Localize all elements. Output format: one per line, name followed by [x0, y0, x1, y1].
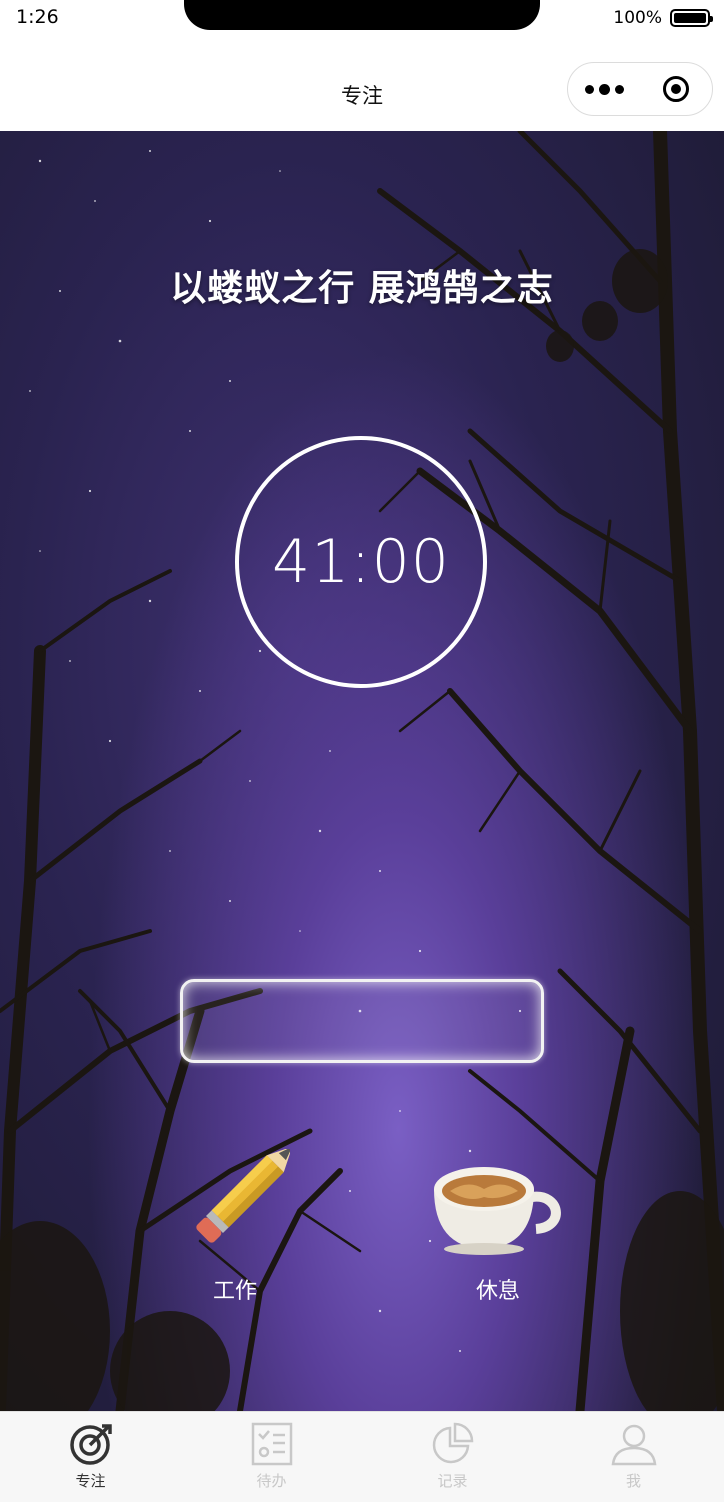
tab-focus-label: 专注 — [75, 1472, 106, 1490]
rest-mode-label: 休息 — [475, 1279, 520, 1304]
tab-focus[interactable]: 专注 — [0, 1412, 181, 1502]
more-options-icon[interactable] — [568, 63, 640, 115]
focus-main-area: 以蝼蚁之行 展鸿鹄之志 41:00 工作 休息 — [0, 131, 724, 1411]
app-screen: 1:26 100% 专注 以蝼蚁之行 展鸿鹄之志 41:00 工作 休息 专注 … — [0, 0, 724, 1502]
tab-records[interactable]: 记录 — [362, 1412, 543, 1502]
nav-bar: 专注 — [0, 44, 724, 131]
user-icon — [611, 1424, 656, 1466]
status-time: 1:26 — [16, 6, 59, 28]
mini-program-capsule — [567, 62, 713, 116]
tab-me-label: 我 — [625, 1472, 641, 1490]
tab-todo-label: 待办 — [256, 1472, 287, 1490]
target-circle-icon — [663, 76, 689, 102]
tab-todo[interactable]: 待办 — [181, 1412, 362, 1502]
timer-circle[interactable]: 41:00 — [235, 436, 487, 688]
timer-display: 41:00 — [272, 527, 450, 597]
tree-foliage — [0, 249, 724, 1411]
status-right: 100% — [613, 8, 713, 28]
starry-sky-background — [0, 131, 724, 1411]
tab-me[interactable]: 我 — [543, 1412, 724, 1502]
work-mode-button[interactable]: 工作 — [180, 1146, 293, 1305]
pencil-icon — [196, 1146, 293, 1243]
focus-target-icon — [69, 1424, 112, 1465]
coffee-cup-icon — [434, 1167, 561, 1255]
battery-percentage: 100% — [613, 8, 662, 28]
rest-mode-button[interactable]: 休息 — [428, 1149, 568, 1305]
status-bar: 1:26 100% — [0, 0, 724, 44]
task-input[interactable] — [180, 979, 544, 1063]
device-notch — [184, 0, 540, 30]
work-mode-label: 工作 — [212, 1279, 257, 1304]
pie-chart-icon — [432, 1422, 473, 1464]
battery-icon — [670, 9, 713, 27]
tab-records-label: 记录 — [437, 1472, 468, 1490]
bottom-tab-bar: 专注 待办 记录 我 — [0, 1411, 724, 1502]
todo-list-icon — [251, 1422, 292, 1466]
close-program-button[interactable] — [640, 63, 712, 115]
motto-heading: 以蝼蚁之行 展鸿鹄之志 — [170, 268, 554, 309]
